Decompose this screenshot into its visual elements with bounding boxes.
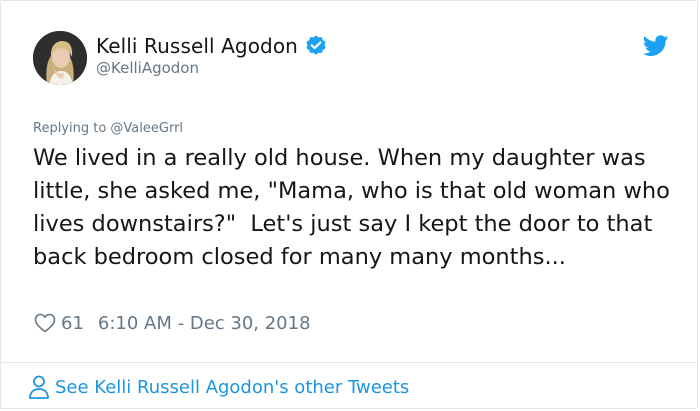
author-name[interactable]: Kelli Russell Agodon	[96, 34, 298, 58]
divider	[1, 362, 697, 363]
see-other-tweets-link[interactable]: See Kelli Russell Agodon's other Tweets	[27, 373, 409, 401]
avatar[interactable]	[33, 31, 87, 85]
heart-icon[interactable]	[33, 311, 57, 335]
twitter-bird-icon[interactable]	[642, 35, 669, 57]
tweet-meta: 61 6:10 AM - Dec 30, 2018	[33, 311, 311, 335]
embedded-tweet-card: Kelli Russell Agodon @KelliAgodon Replyi…	[0, 0, 698, 409]
author-handle[interactable]: @KelliAgodon	[96, 59, 199, 77]
see-other-tweets-label[interactable]: See Kelli Russell Agodon's other Tweets	[55, 377, 409, 398]
avatar-image	[33, 31, 87, 85]
verified-badge-icon	[304, 34, 328, 58]
timestamp[interactable]: 6:10 AM - Dec 30, 2018	[98, 313, 311, 334]
reply-context[interactable]: Replying to @ValeeGrrl	[33, 121, 183, 136]
person-icon	[27, 373, 51, 401]
like-count[interactable]: 61	[61, 313, 84, 334]
author-name-row[interactable]: Kelli Russell Agodon	[96, 34, 328, 58]
tweet-text: We lived in a really old house. When my …	[33, 145, 678, 270]
